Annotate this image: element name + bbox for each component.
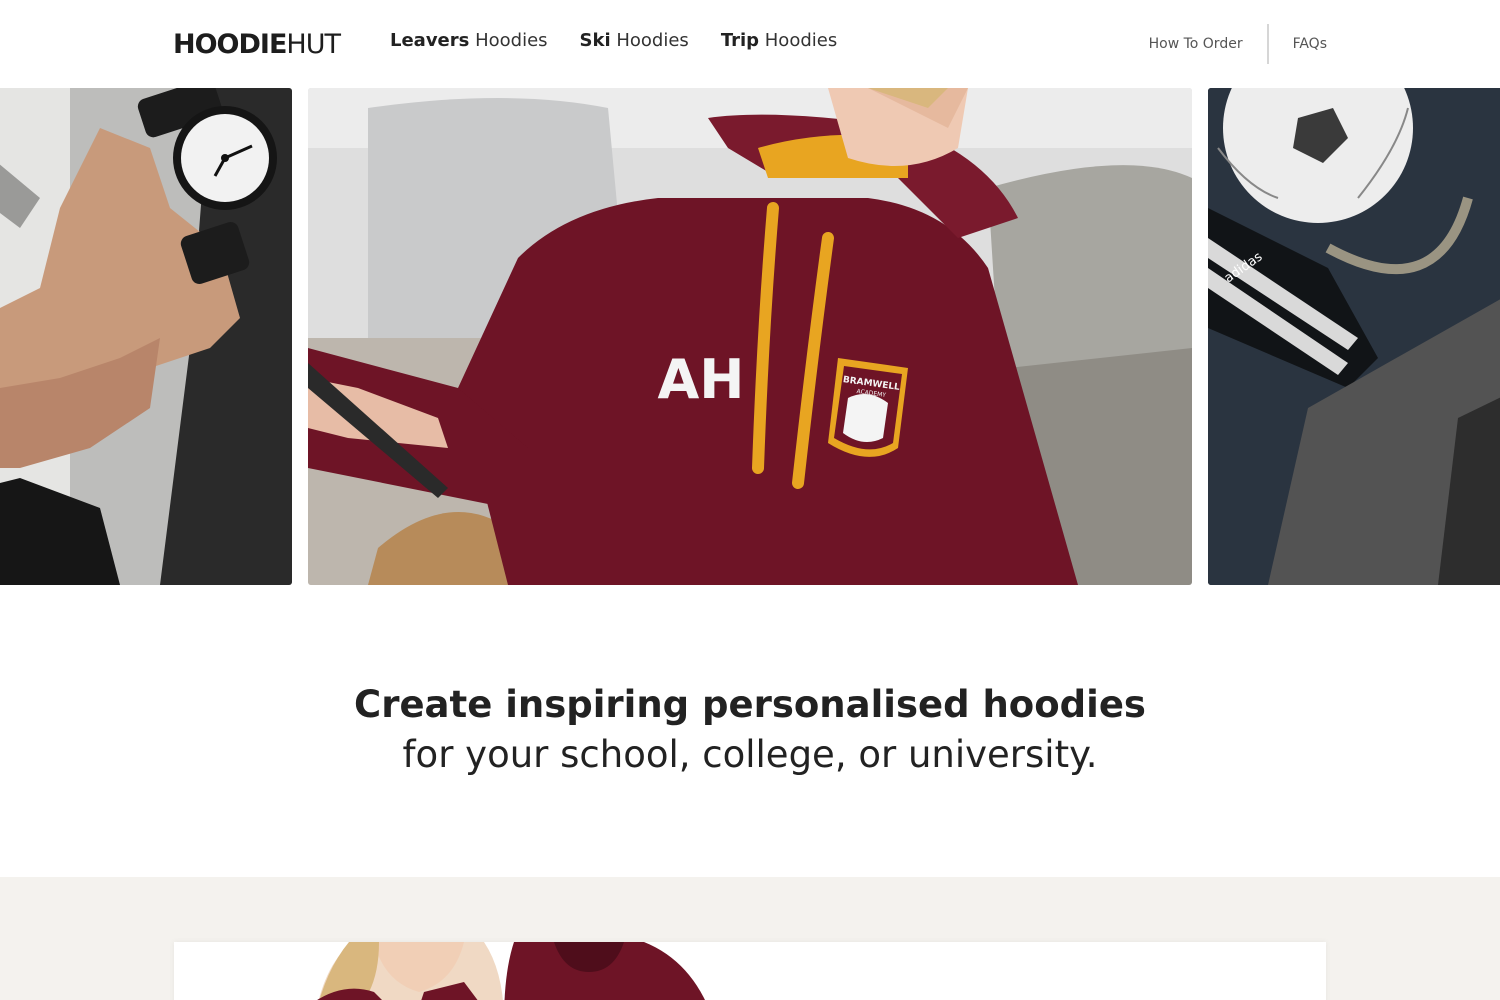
nav-leavers-bold: Leavers bbox=[390, 30, 470, 51]
how-to-order-link[interactable]: How To Order bbox=[1149, 36, 1243, 52]
hoodie-initials: AH bbox=[658, 348, 745, 411]
hoodie-photo: AH BRAMWELL ACADEMY bbox=[308, 88, 1192, 585]
nav-leavers-rest: Hoodies bbox=[469, 30, 548, 51]
carousel-slide-hoodie[interactable]: AH BRAMWELL ACADEMY bbox=[308, 88, 1192, 585]
tagline-line-2: for your school, college, or university. bbox=[402, 733, 1098, 776]
site-header: HOODIE HUT Leavers Hoodies Ski Hoodies Tr… bbox=[0, 0, 1500, 88]
main-nav: Leavers Hoodies Ski Hoodies Trip Hoodies bbox=[390, 30, 837, 51]
logo-wordmark-light: HUT bbox=[286, 28, 341, 60]
nav-leavers-hoodies[interactable]: Leavers Hoodies bbox=[390, 30, 548, 51]
product-card[interactable] bbox=[174, 942, 1326, 1000]
utility-nav: How To Order FAQs bbox=[1149, 24, 1327, 64]
hoodiehut-logo[interactable]: HOODIE HUT bbox=[173, 28, 341, 60]
nav-ski-rest: Hoodies bbox=[610, 30, 689, 51]
nav-ski-bold: Ski bbox=[579, 30, 611, 51]
nav-ski-hoodies[interactable]: Ski Hoodies bbox=[580, 30, 689, 51]
nav-trip-rest: Hoodies bbox=[759, 30, 838, 51]
tagline: Create inspiring personalised hoodies fo… bbox=[0, 680, 1500, 780]
carousel-slide-watch[interactable] bbox=[0, 88, 292, 585]
utility-divider bbox=[1266, 24, 1269, 64]
tagline-line-1: Create inspiring personalised hoodies bbox=[0, 680, 1500, 730]
tagline-emphasis: inspiring personalised hoodies bbox=[505, 683, 1146, 726]
bramwell-crest: BRAMWELL ACADEMY bbox=[828, 358, 908, 457]
faqs-link[interactable]: FAQs bbox=[1293, 36, 1327, 52]
carousel-slide-football[interactable]: adidas bbox=[1208, 88, 1500, 585]
tagline-prefix: Create bbox=[354, 683, 506, 726]
hero-carousel[interactable]: AH BRAMWELL ACADEMY adidas bbox=[0, 88, 1500, 585]
watch-photo bbox=[0, 88, 292, 585]
football-photo: adidas bbox=[1208, 88, 1500, 585]
nav-trip-hoodies[interactable]: Trip Hoodies bbox=[721, 30, 837, 51]
product-card-image bbox=[174, 942, 1326, 1000]
nav-trip-bold: Trip bbox=[720, 30, 760, 51]
logo-wordmark-bold: HOODIE bbox=[173, 28, 287, 60]
